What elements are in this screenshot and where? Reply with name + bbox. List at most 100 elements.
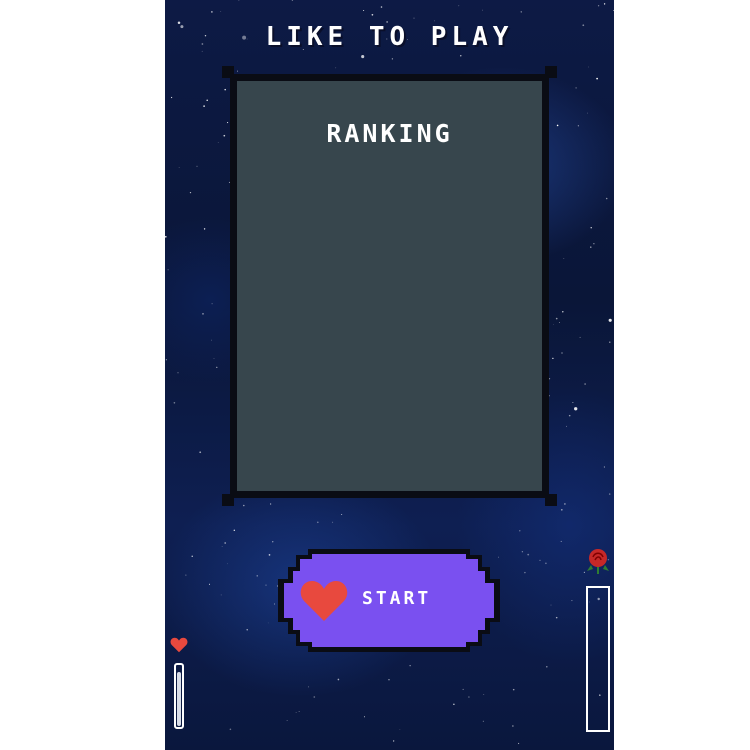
frame-corner — [222, 494, 234, 506]
star — [575, 87, 577, 89]
star — [588, 66, 589, 68]
star — [545, 562, 547, 565]
star — [298, 711, 300, 712]
star — [597, 5, 600, 7]
star — [221, 546, 223, 547]
rose-icon — [587, 549, 609, 574]
star — [399, 728, 401, 730]
star — [564, 503, 566, 505]
star — [211, 339, 212, 341]
frame-corner — [545, 66, 557, 78]
ranking-panel: RANKING — [237, 81, 542, 491]
star — [208, 583, 211, 585]
star — [246, 629, 248, 631]
star — [332, 521, 334, 523]
star — [308, 686, 310, 688]
star — [337, 678, 340, 681]
star — [233, 529, 235, 531]
star — [556, 124, 559, 127]
star — [612, 10, 614, 12]
star — [203, 228, 206, 230]
star — [272, 541, 274, 543]
star — [561, 352, 563, 354]
star — [590, 227, 592, 229]
star — [608, 318, 612, 322]
star — [550, 604, 552, 606]
star — [521, 551, 524, 553]
star — [468, 696, 470, 698]
star — [361, 55, 365, 59]
star — [579, 336, 581, 338]
star — [539, 559, 541, 562]
star — [165, 359, 168, 361]
star — [371, 13, 374, 16]
star — [518, 742, 520, 745]
ranking-board: RANKING — [222, 66, 557, 506]
star — [563, 257, 565, 259]
ranking-heading: RANKING — [326, 119, 453, 148]
rose-meter — [586, 586, 610, 732]
star — [291, 0, 294, 1]
star — [167, 269, 169, 271]
star — [483, 694, 485, 695]
star — [177, 372, 179, 374]
star — [560, 508, 563, 511]
star — [185, 574, 187, 576]
frame-corner — [545, 494, 557, 506]
star — [409, 665, 411, 667]
star — [453, 703, 455, 705]
star — [216, 366, 218, 368]
star — [238, 0, 240, 2]
star — [265, 584, 267, 586]
star — [520, 11, 522, 13]
star — [460, 55, 462, 57]
heart-meter-fill — [177, 672, 181, 726]
star — [566, 425, 567, 427]
star — [388, 679, 390, 681]
star — [213, 358, 215, 359]
star — [224, 542, 227, 544]
star — [572, 402, 574, 403]
star — [413, 17, 415, 19]
star — [560, 540, 562, 542]
star — [256, 575, 258, 577]
game-screen: LIKE TO PLAY RANKING START — [165, 0, 614, 750]
star — [571, 600, 573, 602]
star — [587, 112, 588, 114]
frame-corner — [222, 66, 234, 78]
heart-meter — [174, 663, 184, 729]
star — [211, 303, 213, 305]
star — [559, 322, 560, 323]
star — [220, 11, 222, 12]
star — [512, 688, 515, 691]
start-button[interactable]: START — [278, 549, 500, 652]
star — [605, 197, 608, 200]
star — [363, 716, 366, 718]
star — [199, 451, 202, 454]
heart-icon — [300, 581, 348, 621]
star — [220, 594, 222, 596]
star — [178, 167, 180, 168]
star — [482, 720, 484, 722]
star — [593, 243, 595, 245]
star — [363, 9, 365, 12]
star — [286, 719, 288, 721]
star — [316, 521, 319, 524]
star — [574, 407, 578, 411]
start-button-label: START — [362, 588, 432, 609]
star — [191, 555, 193, 557]
star — [206, 99, 208, 102]
star — [596, 77, 598, 80]
star — [229, 728, 232, 731]
star — [609, 341, 611, 343]
star — [380, 6, 383, 8]
star — [519, 530, 521, 532]
star — [393, 740, 395, 742]
star — [527, 553, 530, 556]
star — [524, 571, 526, 574]
star — [173, 401, 176, 404]
star — [546, 665, 548, 668]
star — [217, 142, 219, 143]
star — [165, 236, 167, 238]
star — [590, 246, 592, 248]
